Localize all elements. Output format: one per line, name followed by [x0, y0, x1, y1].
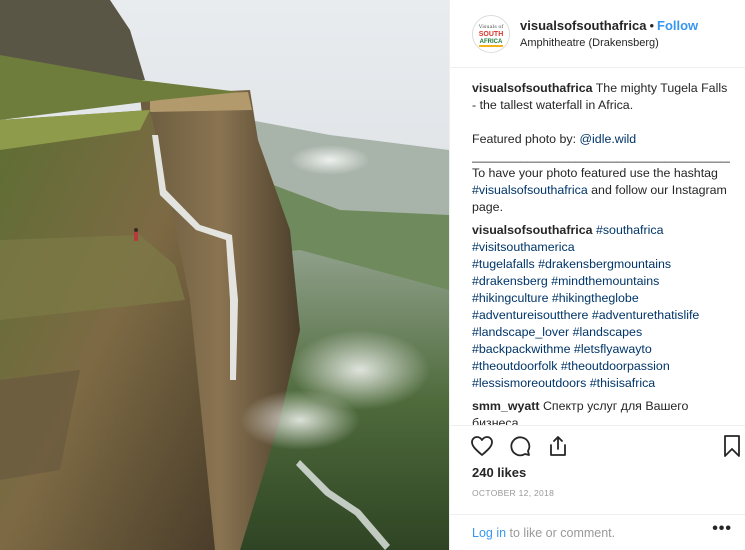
hashtag-line[interactable]: #drakensberg #mindthemountains	[472, 274, 659, 288]
more-options-icon[interactable]: •••	[712, 520, 732, 538]
likes-count[interactable]: 240 likes	[472, 465, 526, 480]
comment-bar: Log in to like or comment. •••	[450, 514, 745, 550]
cta-prefix: To have your photo featured use the hash…	[472, 166, 718, 180]
header-line: visualsofsouthafrica • Follow	[520, 18, 698, 33]
avatar[interactable]: Visuals of SOUTH AFRICA	[472, 15, 510, 53]
hashtag-comment: visualsofsouthafrica #southafrica #visit…	[472, 222, 730, 392]
hashtag-line[interactable]: #tugelafalls #drakensbergmountains	[472, 257, 671, 271]
hashtag-line[interactable]: #theoutdoorfolk #theoutdoorpassion	[472, 359, 670, 373]
comments-list[interactable]: visualsofsouthafrica The mighty Tugela F…	[472, 80, 730, 425]
hashtag-comment-username[interactable]: visualsofsouthafrica	[472, 223, 593, 237]
bookmark-icon[interactable]	[720, 434, 744, 458]
avatar-text-line3: AFRICA	[480, 39, 503, 45]
login-prompt: Log in to like or comment.	[472, 526, 615, 540]
caption-username[interactable]: visualsofsouthafrica	[472, 81, 593, 95]
avatar-text-line1: Visuals of	[478, 24, 505, 30]
other-comment-username[interactable]: smm_wyatt	[472, 399, 540, 413]
featured-line: Featured photo by: @idle.wild	[472, 131, 730, 148]
post-side-panel: Visuals of SOUTH AFRICA visualsofsouthaf…	[449, 0, 745, 550]
post-header: Visuals of SOUTH AFRICA visualsofsouthaf…	[450, 0, 745, 68]
caption: visualsofsouthafrica The mighty Tugela F…	[472, 80, 730, 114]
hashtag-line[interactable]: #backpackwithme #letsflyawayto	[472, 342, 652, 356]
hashtag-line[interactable]: #landscape_lover #landscapes	[472, 325, 642, 339]
other-comment: smm_wyatt Спектр услуг для Вашего бизнес…	[472, 398, 730, 425]
location-link[interactable]: Amphitheatre (Drakensberg)	[520, 37, 659, 49]
follow-button[interactable]: Follow	[657, 18, 698, 33]
hashtag-line[interactable]: #lessismoreoutdoors #thisisafrica	[472, 376, 655, 390]
featured-handle-link[interactable]: @idle.wild	[579, 132, 636, 146]
cta-hashtag-link[interactable]: #visualsofsouthafrica	[472, 183, 588, 197]
post-date: OCTOBER 12, 2018	[472, 488, 555, 498]
header-username[interactable]: visualsofsouthafrica	[520, 18, 646, 33]
login-link[interactable]: Log in	[472, 526, 506, 540]
login-suffix: to like or comment.	[506, 526, 616, 540]
post-photo[interactable]	[0, 0, 449, 550]
caption-separator: _______________________________________	[472, 149, 730, 163]
hashtag-line[interactable]: #visitsouthamerica	[472, 240, 575, 254]
hashtag-line[interactable]: #hikingculture #hikingtheglobe	[472, 291, 639, 305]
header-dot: •	[649, 18, 654, 33]
share-icon[interactable]	[546, 434, 570, 458]
featured-prefix: Featured photo by:	[472, 132, 580, 146]
hashtag-line[interactable]: #southafrica	[596, 223, 664, 237]
hashtag-line[interactable]: #adventureisoutthere #adventurethatislif…	[472, 308, 699, 322]
avatar-text-line2: SOUTH	[479, 31, 504, 38]
cta-line: To have your photo featured use the hash…	[472, 165, 730, 216]
actions-section: 240 likes OCTOBER 12, 2018 Log in to lik…	[450, 425, 745, 545]
comment-icon[interactable]	[508, 434, 532, 458]
heart-icon[interactable]	[470, 434, 494, 458]
